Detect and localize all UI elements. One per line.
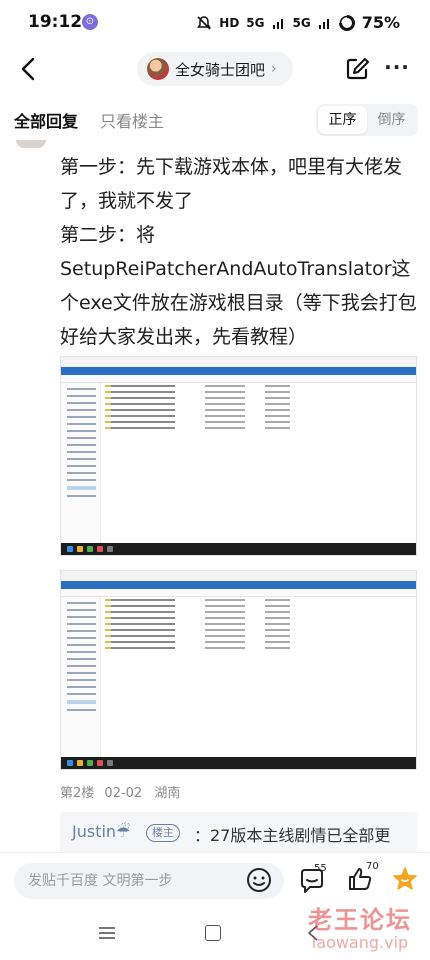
emoji-icon[interactable]	[246, 867, 272, 893]
battery-icon	[338, 14, 355, 31]
tab-all-replies[interactable]: 全部回复	[14, 108, 78, 132]
post-image-explorer-1[interactable]	[60, 356, 417, 556]
system-back-icon[interactable]	[304, 924, 322, 942]
reply-preview[interactable]: Justin☔ 楼主 ：27版本主线剧情已全部更	[60, 812, 417, 856]
recent-apps-icon[interactable]	[98, 926, 116, 940]
system-nav-bar	[0, 908, 430, 960]
like-count: 70	[366, 861, 379, 872]
bottom-action-bar: 发贴千百度 文明第一步 55 70	[0, 852, 430, 908]
reply-text: ：27版本主线剧情已全部更	[194, 826, 391, 845]
chevron-right-icon: ›	[271, 61, 277, 77]
forum-name: 全女骑士团吧	[175, 60, 266, 79]
edit-icon[interactable]	[344, 56, 370, 82]
more-menu-button[interactable]: ···	[384, 57, 410, 80]
post-content: 第一步：先下载游戏本体，吧里有大佬发了，我就不发了 第二步：将SetupReiP…	[60, 150, 420, 354]
post-location: 湖南	[154, 786, 181, 801]
signal-5g-icon: 5G	[246, 15, 265, 30]
home-icon[interactable]	[205, 925, 221, 941]
star-icon[interactable]	[392, 866, 418, 892]
floor-number: 第2楼	[60, 786, 95, 801]
battery-percent: 75%	[361, 13, 400, 32]
sort-toggle: 正序 倒序	[316, 104, 418, 136]
forum-avatar	[147, 58, 169, 80]
app-root: 19:12 ⊙ HD 5G 5G 75% 全女骑士团吧 › ··· 全部回复 只…	[0, 0, 430, 960]
comment-count: 55	[314, 863, 327, 874]
reply-username[interactable]: Justin☔	[72, 822, 130, 841]
sort-descending-button[interactable]: 倒序	[367, 106, 416, 134]
status-bar: 19:12 ⊙ HD 5G 5G 75%	[0, 0, 430, 46]
avatar[interactable]	[16, 140, 46, 148]
forum-pill[interactable]: 全女骑士团吧 ›	[137, 52, 293, 86]
post-date: 02-02	[104, 786, 143, 801]
mute-bell-icon	[197, 15, 212, 30]
signal-bars-icon	[272, 18, 283, 29]
post-paragraph: 第一步：先下载游戏本体，吧里有大佬发了，我就不发了	[60, 156, 403, 212]
notification-icon: ⊙	[82, 14, 98, 30]
status-icons: HD 5G 5G 75%	[196, 13, 400, 32]
signal-bars-icon-2	[318, 18, 329, 29]
owner-badge: 楼主	[146, 824, 180, 842]
reply-input[interactable]: 发贴千百度 文明第一步	[14, 863, 284, 899]
floor-info: 第2楼 02-02 湖南	[60, 782, 180, 801]
nav-bar: 全女骑士团吧 › ···	[0, 46, 430, 92]
reply-filter-bar: 全部回复 只看楼主 正序 倒序	[0, 100, 430, 140]
sort-ascending-button[interactable]: 正序	[318, 106, 367, 134]
signal-5g-icon-2: 5G	[292, 15, 311, 30]
post-image-explorer-2[interactable]	[60, 570, 417, 770]
hd-icon: HD	[219, 15, 240, 30]
back-arrow-icon[interactable]	[14, 54, 44, 84]
status-time: 19:12	[28, 12, 83, 32]
tab-owner-only[interactable]: 只看楼主	[100, 108, 164, 132]
post-paragraph: 第二步：将SetupReiPatcherAndAutoTranslator这个e…	[60, 224, 417, 348]
